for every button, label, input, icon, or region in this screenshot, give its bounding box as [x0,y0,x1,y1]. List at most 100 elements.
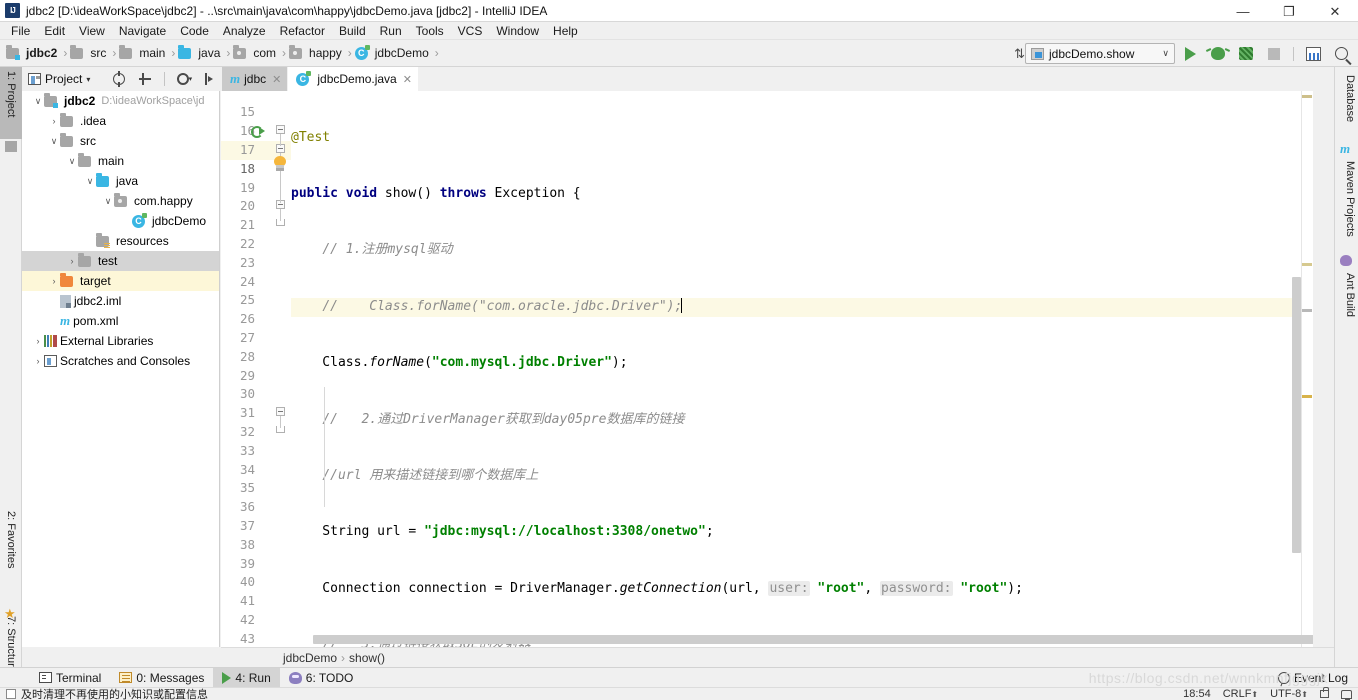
bottom-tab-todo[interactable]: 6: TODO [280,668,363,688]
code-line-22[interactable]: String url = "jdbc:mysql://localhost:330… [291,523,1313,542]
editor-marker-gutter[interactable] [1301,91,1313,647]
hide-panel-button[interactable] [199,69,221,89]
sidebar-item-ant-build[interactable]: Ant Build [1339,269,1358,331]
breadcrumb-item-main[interactable]: main [119,44,168,61]
line-separator[interactable]: CRLF⬆ [1223,688,1258,700]
chevron-down-icon[interactable]: ∨ [48,136,60,147]
sidebar-item-maven-projects[interactable]: Maven Projects [1339,157,1358,249]
code-line-23[interactable]: Connection connection = DriverManager.ge… [291,580,1313,599]
editor-gutter[interactable]: 15 16 17 18 19 20 21 22 23 24 25 26 27 2… [221,91,291,647]
chevron-down-icon[interactable]: ∨ [102,196,114,207]
breadcrumb-item-java[interactable]: java [178,44,223,61]
close-icon[interactable]: ✕ [403,73,412,86]
menu-tools[interactable]: Tools [409,23,451,39]
menu-navigate[interactable]: Navigate [112,23,173,39]
code-line-20[interactable]: // 2.通过DriverManager获取到day05pre数据库的链接 [291,411,1313,430]
menu-analyze[interactable]: Analyze [216,23,273,39]
tree-row-idea[interactable]: › .idea [22,111,219,131]
editor-horizontal-scrollbar[interactable] [313,635,1313,644]
menu-help[interactable]: Help [546,23,585,39]
project-tree[interactable]: ∨ jdbc2 D:\ideaWorkSpace\jd › .idea ∨ sr… [22,91,220,647]
tree-row-test[interactable]: › test [22,251,219,271]
panel-settings-button[interactable]: ▾ [173,69,195,89]
chevron-right-icon[interactable]: › [32,336,44,346]
status-checkbox[interactable] [6,689,16,699]
menu-run[interactable]: Run [373,23,409,39]
code-editor[interactable]: 15 16 17 18 19 20 21 22 23 24 25 26 27 2… [221,91,1313,647]
code-line-21[interactable]: //url 用来描述链接到哪个数据库上 [291,467,1313,486]
locate-file-button[interactable] [108,69,130,89]
maximize-icon[interactable]: ❐ [1266,0,1312,22]
caret-position[interactable]: 18:54 [1183,688,1211,700]
tree-row-external-libraries[interactable]: › External Libraries [22,331,219,351]
close-icon[interactable]: ✕ [272,73,281,86]
chevron-right-icon[interactable]: › [66,256,78,266]
database-button[interactable] [1300,42,1326,66]
chevron-right-icon[interactable]: › [32,356,44,366]
menu-file[interactable]: File [4,23,37,39]
tree-row-scratches-and-consoles[interactable]: › Scratches and Consoles [22,351,219,371]
menu-refactor[interactable]: Refactor [273,23,332,39]
menu-view[interactable]: View [72,23,112,39]
editor-vertical-scrollbar[interactable] [1292,277,1301,553]
tree-row-jdbc2[interactable]: ∨ jdbc2 D:\ideaWorkSpace\jd [22,91,219,111]
chevron-right-icon[interactable]: › [48,116,60,126]
code-line-19[interactable]: Class.forName("com.mysql.jdbc.Driver"); [291,354,1313,373]
menu-vcs[interactable]: VCS [451,23,490,39]
run-test-gutter-icon[interactable] [251,124,265,138]
minimize-icon[interactable]: — [1220,0,1266,22]
intention-bulb-icon[interactable] [273,156,287,172]
plug-icon[interactable] [1341,689,1352,700]
bottom-tab-messages[interactable]: 0: Messages [110,668,213,688]
breadcrumb-item-src[interactable]: src [70,44,109,61]
tree-row-com-happy[interactable]: ∨ com.happy [22,191,219,211]
menu-code[interactable]: Code [173,23,216,39]
close-icon[interactable]: ✕ [1312,0,1358,22]
code-line-17[interactable]: // 1.注册mysql驱动 [291,241,1313,260]
tree-row-src[interactable]: ∨ src [22,131,219,151]
update-icon[interactable]: ⇅ [1014,46,1025,62]
tree-row-jdbcDemo[interactable]: C jdbcDemo [22,211,219,231]
event-log-button[interactable]: Event Log [1277,668,1348,688]
search-everywhere-button[interactable] [1328,42,1354,66]
menu-window[interactable]: Window [489,23,546,39]
breadcrumb-item-jdbc2[interactable]: jdbc2 [6,44,60,61]
tree-row-java[interactable]: ∨ java [22,171,219,191]
breadcrumb-item-happy[interactable]: happy [289,44,345,61]
file-encoding[interactable]: UTF-8⬆ [1270,688,1308,700]
collapse-all-button[interactable] [134,69,156,89]
run-coverage-button[interactable] [1233,42,1259,66]
tree-row-jdbc2-iml[interactable]: jdbc2.iml [22,291,219,311]
sidebar-item-project[interactable]: 1: Project [0,67,22,139]
code-text[interactable]: @Test public void show() throws Exceptio… [291,91,1313,647]
breadcrumb-class[interactable]: jdbcDemo [283,651,337,665]
code-line-16[interactable]: public void show() throws Exception { [291,185,1313,204]
breadcrumb-item-com[interactable]: com [233,44,279,61]
chevron-down-icon[interactable]: ∨ [84,176,96,187]
stop-button[interactable] [1261,42,1287,66]
code-line-15[interactable]: @Test [291,129,1313,148]
bottom-tab-run[interactable]: 4: Run [213,667,280,688]
tree-row-main[interactable]: ∨ main [22,151,219,171]
editor-tab-jdbc[interactable]: m jdbc ✕ [222,67,289,91]
chevron-right-icon[interactable]: › [48,276,60,286]
code-line-18[interactable]: // Class.forName("com.oracle.jdbc.Driver… [291,297,1313,317]
bottom-tab-terminal[interactable]: Terminal [30,668,110,688]
tree-row-pom-xml[interactable]: m pom.xml [22,311,219,331]
editor-tab-jdbcDemo-java[interactable]: C jdbcDemo.java ✕ [288,67,419,91]
breadcrumb-method[interactable]: show() [349,651,385,665]
fold-marker[interactable] [276,407,285,416]
menu-build[interactable]: Build [332,23,373,39]
chevron-down-icon[interactable]: ∨ [32,96,44,107]
lock-icon[interactable] [1320,687,1329,698]
sidebar-item-favorites[interactable]: 2: Favorites [0,507,22,607]
menu-edit[interactable]: Edit [37,23,72,39]
tree-row-resources[interactable]: resources [22,231,219,251]
debug-button[interactable] [1205,42,1231,66]
chevron-down-icon[interactable]: ▾ [86,75,90,84]
breadcrumb-item-jdbcDemo[interactable]: C jdbcDemo [354,44,432,61]
run-button[interactable] [1177,42,1203,66]
run-configuration-selector[interactable]: jdbcDemo.show ∨ [1025,43,1175,64]
tree-row-target[interactable]: › target [22,271,219,291]
sidebar-item-database[interactable]: Database [1339,71,1358,137]
